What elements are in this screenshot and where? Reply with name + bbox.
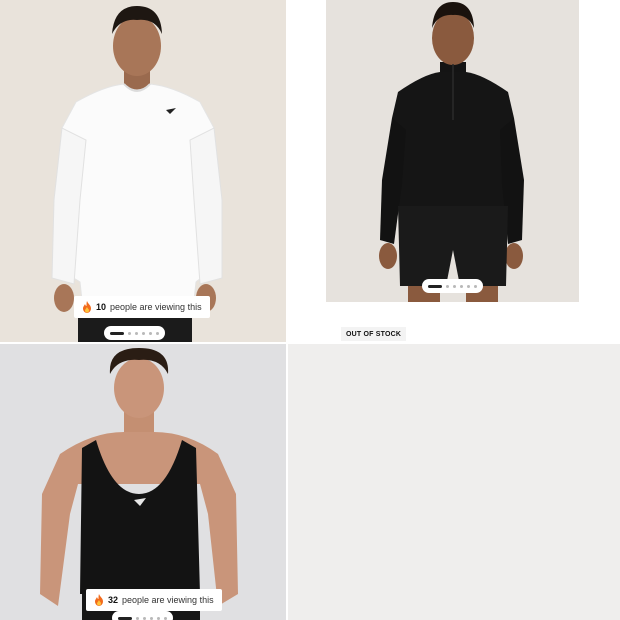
flame-icon — [83, 301, 91, 313]
viewer-text: people are viewing this — [110, 302, 202, 312]
carousel-dot[interactable] — [157, 616, 160, 620]
carousel-dot[interactable] — [164, 616, 167, 620]
viewer-count: 10 — [96, 302, 107, 312]
carousel-dot[interactable] — [150, 616, 153, 620]
carousel-dot[interactable] — [453, 284, 456, 288]
image-carousel-indicator[interactable] — [422, 279, 483, 293]
carousel-dot[interactable] — [428, 284, 442, 288]
carousel-dot[interactable] — [467, 284, 470, 288]
carousel-dot[interactable] — [136, 616, 139, 620]
carousel-dot[interactable] — [149, 331, 152, 335]
carousel-dot[interactable] — [128, 331, 131, 335]
flame-icon — [95, 594, 103, 606]
product-card-1[interactable]: 10 people are viewing this — [0, 0, 286, 342]
viewer-text: people are viewing this — [122, 595, 214, 605]
carousel-dot[interactable] — [143, 616, 146, 620]
carousel-dot[interactable] — [474, 284, 477, 288]
image-carousel-indicator[interactable] — [112, 611, 173, 620]
product-image-3[interactable] — [0, 344, 286, 620]
product-card-3[interactable]: 32 people are viewing this — [0, 344, 286, 620]
viewer-count: 32 — [108, 595, 119, 605]
product-image-frame-2 — [326, 0, 579, 302]
carousel-dot[interactable] — [446, 284, 449, 288]
image-placeholder — [288, 344, 620, 620]
product-image-2[interactable] — [326, 0, 579, 302]
viewers-badge: 32 people are viewing this — [86, 589, 222, 611]
carousel-dot[interactable] — [460, 284, 463, 288]
carousel-dot[interactable] — [135, 331, 138, 335]
product-card-2[interactable]: OUT OF STOCK — [288, 0, 620, 342]
product-image-1[interactable] — [0, 0, 286, 342]
out-of-stock-badge: OUT OF STOCK — [341, 327, 407, 341]
carousel-dot[interactable] — [142, 331, 145, 335]
carousel-dot[interactable] — [110, 331, 124, 335]
carousel-dot[interactable] — [118, 616, 132, 620]
viewers-badge: 10 people are viewing this — [74, 296, 210, 318]
image-carousel-indicator[interactable] — [104, 326, 165, 340]
product-grid: 10 people are viewing this OUT OF STOCK … — [0, 0, 620, 620]
carousel-dot[interactable] — [156, 331, 159, 335]
product-card-4-placeholder — [288, 344, 620, 620]
